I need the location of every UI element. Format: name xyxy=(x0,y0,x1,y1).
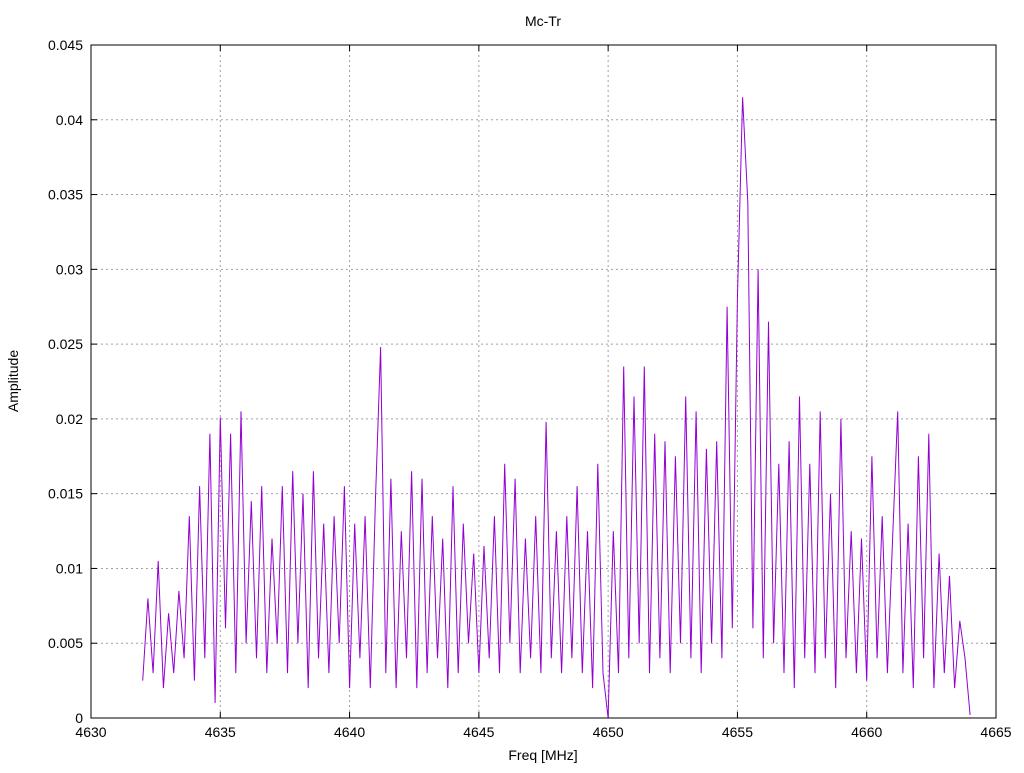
grid xyxy=(91,45,996,718)
x-tick-label: 4645 xyxy=(463,724,494,740)
chart: Mc-Tr Freq [MHz] Amplitude 4630 4635 4640 4… xyxy=(5,13,1012,763)
x-tick-label: 4630 xyxy=(75,724,106,740)
x-tick-label: 4650 xyxy=(593,724,624,740)
y-tick-label: 0 xyxy=(75,710,83,726)
plot-frame xyxy=(90,44,997,719)
y-axis-label: Amplitude xyxy=(5,350,21,412)
chart-title: Mc-Tr xyxy=(525,13,561,29)
y-tick-label: 0.015 xyxy=(48,486,83,502)
y-tick-label: 0.01 xyxy=(56,560,83,576)
y-tick-label: 0.005 xyxy=(48,635,83,651)
x-tick-label: 4640 xyxy=(334,724,365,740)
series-line xyxy=(142,97,971,719)
x-tick-label: 4635 xyxy=(205,724,236,740)
y-tick-label: 0.025 xyxy=(48,336,83,352)
x-tick-label: 4665 xyxy=(980,724,1011,740)
x-tick-label: 4660 xyxy=(851,724,882,740)
x-tick-label: 4655 xyxy=(722,724,753,740)
y-tick-label: 0.02 xyxy=(56,411,83,427)
y-tick-label: 0.045 xyxy=(48,37,83,53)
x-axis-label: Freq [MHz] xyxy=(508,747,577,763)
y-tick-label: 0.03 xyxy=(56,261,83,277)
y-tick-label: 0.035 xyxy=(48,187,83,203)
y-tick-label: 0.04 xyxy=(56,112,83,128)
